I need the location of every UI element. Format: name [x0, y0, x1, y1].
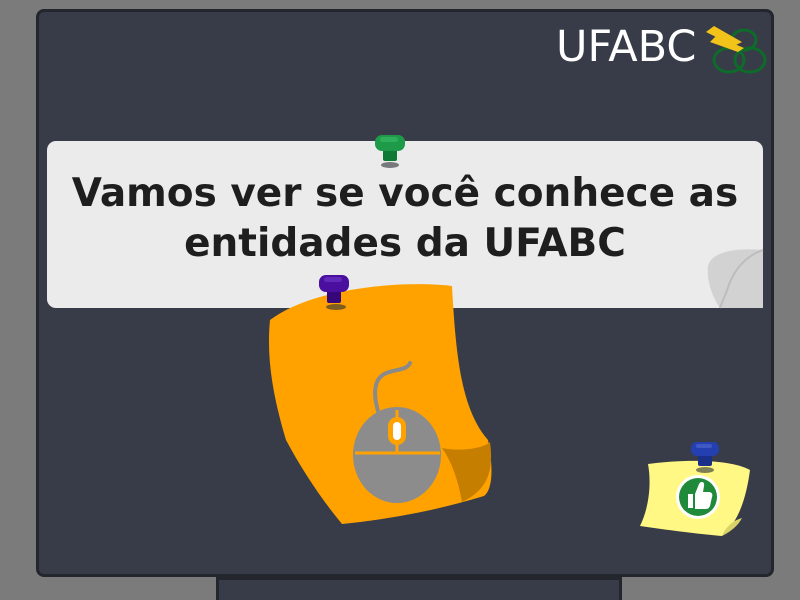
board-stand: [216, 577, 622, 600]
purple-pin-icon: [319, 275, 349, 310]
ufabc-logo-icon: [706, 26, 767, 74]
ufabc-logo: UFABC: [556, 18, 776, 78]
mouse-icon[interactable]: [350, 355, 450, 505]
page-curl: [707, 249, 764, 309]
green-pin-icon: [375, 135, 405, 168]
blue-pin-icon: [691, 442, 719, 473]
logo-text: UFABC: [556, 22, 697, 72]
banner-title: Vamos ver se você conhece as entidades d…: [47, 169, 763, 269]
banner-title-line-2: entidades da UFABC: [184, 221, 626, 266]
banner-title-line-1: Vamos ver se você conhece as: [71, 171, 739, 216]
